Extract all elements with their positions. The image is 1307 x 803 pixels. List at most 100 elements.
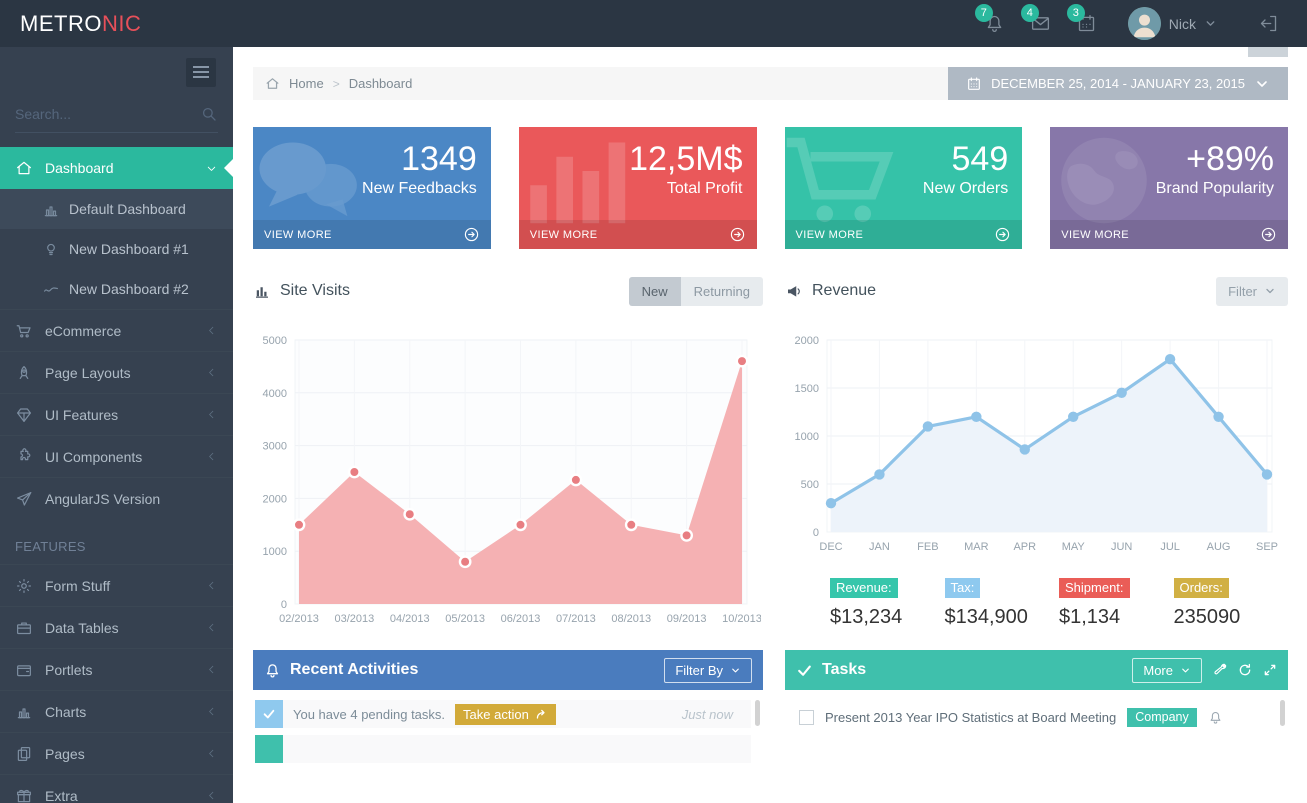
user-name: Nick	[1169, 16, 1196, 32]
notifications-badge: 7	[975, 4, 993, 22]
sidebar-item-ui-features[interactable]: UI Features	[0, 393, 233, 435]
stat-badge: Tax:	[945, 578, 981, 598]
chart-bars-icon	[42, 201, 59, 218]
chevron-left-icon	[205, 705, 218, 718]
view-more-link[interactable]: VIEW MORE	[253, 220, 491, 249]
svg-text:02/2013: 02/2013	[279, 613, 319, 625]
sidebar-item-form-stuff[interactable]: Form Stuff	[0, 564, 233, 606]
svg-text:0: 0	[813, 527, 819, 539]
sidebar-item-angularjs-version[interactable]: AngularJS Version	[0, 477, 233, 519]
chevron-left-icon	[205, 789, 218, 802]
revenue-stat-tax: Tax: $134,900	[945, 578, 1060, 629]
svg-text:1500: 1500	[795, 383, 819, 395]
user-menu[interactable]: Nick	[1110, 7, 1231, 40]
site-visits-chart: 01000200030004000500002/201303/201304/20…	[253, 328, 761, 630]
svg-text:0: 0	[281, 599, 287, 611]
svg-text:2000: 2000	[795, 335, 819, 347]
stat-value: $134,900	[945, 606, 1060, 629]
chevron-left-icon	[205, 324, 218, 337]
take-action-button[interactable]: Take action	[455, 704, 556, 725]
task-tag-badge: Company	[1127, 708, 1197, 727]
sidebar-item-data-tables[interactable]: Data Tables	[0, 606, 233, 648]
sidebar-item-portlets[interactable]: Portlets	[0, 648, 233, 690]
avatar	[1128, 7, 1161, 40]
todo-button[interactable]: 3	[1064, 0, 1110, 47]
chart-bars-icon	[15, 703, 33, 721]
bell-icon	[1208, 710, 1223, 725]
sidebar-item-charts[interactable]: Charts	[0, 690, 233, 732]
wallet-icon	[15, 661, 33, 679]
svg-text:2000: 2000	[263, 493, 287, 505]
activity-item[interactable]: You have 4 pending tasks. Take action Ju…	[255, 700, 751, 728]
chevron-left-icon	[205, 747, 218, 760]
reload-icon[interactable]	[1238, 663, 1252, 677]
search-input[interactable]	[15, 106, 200, 122]
brand-logo[interactable]: METRONIC	[0, 0, 233, 47]
bulb-icon	[42, 241, 59, 258]
check-icon	[255, 700, 283, 728]
task-item[interactable]: Present 2013 Year IPO Statistics at Boar…	[787, 700, 1276, 727]
stat-tile-new-feedbacks[interactable]: 1349New FeedbacksVIEW MORE	[253, 127, 491, 249]
svg-text:5000: 5000	[263, 335, 287, 347]
notifications-button[interactable]: 7	[972, 0, 1018, 47]
stat-tile-total-profit[interactable]: 12,5M$Total ProfitVIEW MORE	[519, 127, 757, 249]
svg-text:DEC: DEC	[819, 541, 842, 553]
bar-chart-icon	[253, 282, 271, 300]
sidebar-subitem-default-dashboard[interactable]: Default Dashboard	[0, 189, 233, 229]
logout-button[interactable]	[1245, 0, 1291, 47]
site-visits-portlet: Site Visits New Returning 01000200030004…	[253, 268, 763, 630]
sidebar-item-dashboard[interactable]: Dashboard	[0, 147, 233, 189]
view-more-link[interactable]: VIEW MORE	[1050, 220, 1288, 249]
bell-icon	[264, 662, 281, 679]
svg-text:FEB: FEB	[917, 541, 938, 553]
activity-text: You have 4 pending tasks.	[293, 707, 445, 722]
tasks-scrollbar[interactable]	[1280, 700, 1285, 760]
wrench-icon[interactable]	[1213, 663, 1227, 677]
gear-icon	[15, 577, 33, 595]
fullscreen-icon[interactable]	[1263, 663, 1277, 677]
task-checkbox[interactable]	[799, 710, 814, 725]
arrow-right-circle-icon	[463, 226, 480, 243]
sidebar-subitem-new-dashboard-2[interactable]: New Dashboard #2	[0, 269, 233, 309]
date-range-picker[interactable]: DECEMBER 25, 2014 - JANUARY 23, 2015	[948, 67, 1288, 100]
cart-icon	[785, 133, 899, 228]
svg-text:4000: 4000	[263, 388, 287, 400]
svg-text:04/2013: 04/2013	[390, 613, 430, 625]
chevron-left-icon	[205, 579, 218, 592]
stat-tile-new-orders[interactable]: 549New OrdersVIEW MORE	[785, 127, 1023, 249]
sidebar: DashboardDefault DashboardNew Dashboard …	[0, 47, 233, 803]
activity-time: Just now	[682, 707, 741, 722]
returning-button[interactable]: Returning	[681, 277, 763, 306]
megaphone-icon	[785, 282, 803, 300]
svg-text:APR: APR	[1013, 541, 1036, 553]
stat-tile-brand-popularity[interactable]: +89%Brand PopularityVIEW MORE	[1050, 127, 1288, 249]
svg-text:JUN: JUN	[1111, 541, 1132, 553]
filter-by-button[interactable]: Filter By	[664, 658, 752, 683]
sidebar-item-ecommerce[interactable]: eCommerce	[0, 309, 233, 351]
inbox-button[interactable]: 4	[1018, 0, 1064, 47]
more-button[interactable]: More	[1132, 658, 1202, 683]
breadcrumb-home[interactable]: Home	[289, 76, 324, 91]
sidebar-item-ui-components[interactable]: UI Components	[0, 435, 233, 477]
sidebar-item-extra[interactable]: Extra	[0, 774, 233, 803]
activities-scrollbar[interactable]	[755, 700, 760, 760]
new-button[interactable]: New	[629, 277, 681, 306]
stat-value: $13,234	[830, 606, 945, 629]
view-more-link[interactable]: VIEW MORE	[519, 220, 757, 249]
chevron-down-icon	[1264, 285, 1276, 297]
view-more-link[interactable]: VIEW MORE	[785, 220, 1023, 249]
svg-text:05/2013: 05/2013	[445, 613, 485, 625]
activity-item-partial[interactable]	[255, 735, 751, 763]
sidebar-toggler[interactable]	[186, 58, 216, 87]
logout-icon	[1258, 13, 1279, 34]
stat-tiles: 1349New FeedbacksVIEW MORE12,5M$Total Pr…	[253, 127, 1288, 249]
sidebar-item-pages[interactable]: Pages	[0, 732, 233, 774]
tasks-title: Tasks	[796, 661, 866, 679]
filter-button[interactable]: Filter	[1216, 277, 1288, 306]
check-icon	[796, 662, 813, 679]
sidebar-item-page-layouts[interactable]: Page Layouts	[0, 351, 233, 393]
inbox-badge: 4	[1021, 4, 1039, 22]
chevron-left-icon	[205, 450, 218, 463]
svg-text:1000: 1000	[795, 431, 819, 443]
sidebar-subitem-new-dashboard-1[interactable]: New Dashboard #1	[0, 229, 233, 269]
